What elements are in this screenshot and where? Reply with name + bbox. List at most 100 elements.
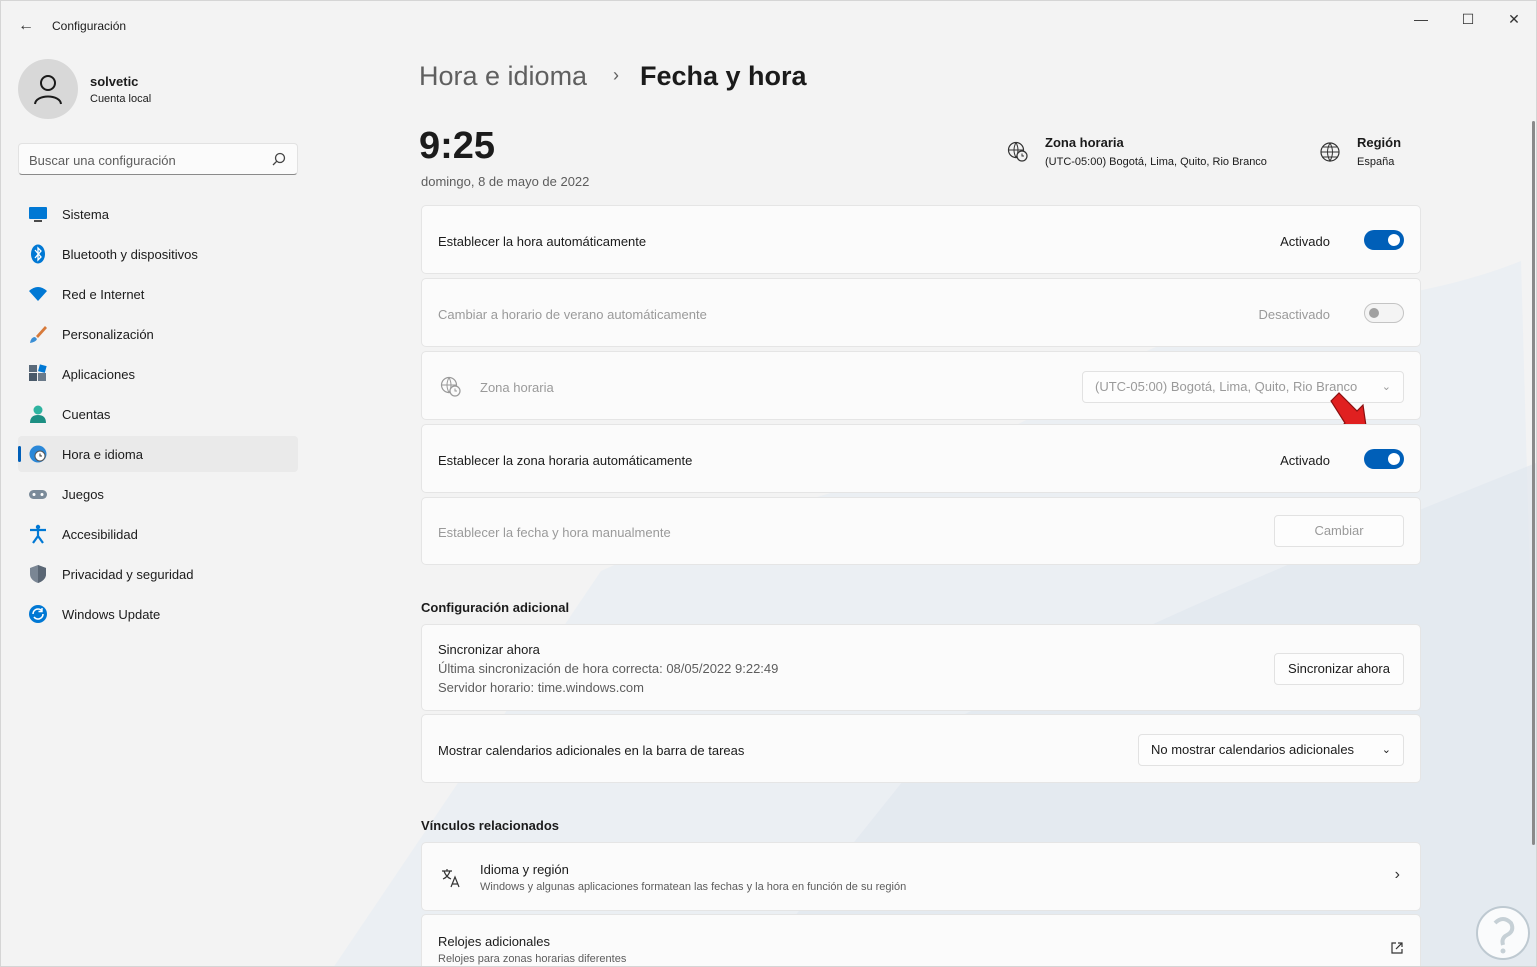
sidebar-item-label: Bluetooth y dispositivos: [62, 247, 198, 262]
clock-globe-icon: [29, 445, 47, 463]
link-description: Relojes para zonas horarias diferentes: [438, 953, 627, 965]
calendars-select[interactable]: No mostrar calendarios adicionales ⌄: [1138, 734, 1404, 766]
search-icon[interactable]: [271, 151, 287, 167]
breadcrumb-parent[interactable]: Hora e idioma: [419, 61, 587, 92]
change-button[interactable]: Cambiar: [1274, 515, 1404, 547]
section-heading-additional: Configuración adicional: [421, 600, 570, 615]
setting-dst: Cambiar a horario de verano automáticame…: [421, 278, 1421, 347]
sidebar-item-windows-update[interactable]: Windows Update: [18, 596, 298, 632]
sidebar-item-label: Aplicaciones: [62, 367, 135, 382]
sidebar-item-label: Cuentas: [62, 407, 111, 422]
sidebar-item-label: Sistema: [62, 207, 109, 222]
sidebar-item-label: Windows Update: [62, 607, 161, 622]
link-description: Windows y algunas aplicaciones formatean…: [480, 881, 907, 893]
auto-time-toggle[interactable]: [1364, 230, 1404, 250]
external-link-icon: [1391, 942, 1403, 954]
link-additional-clocks[interactable]: Relojes adicionales Relojes para zonas h…: [421, 914, 1421, 966]
sidebar-item-label: Hora e idioma: [62, 447, 143, 462]
sidebar-item-personalizacion[interactable]: Personalización: [18, 316, 298, 352]
page-title: Fecha y hora: [640, 61, 807, 91]
sidebar-item-sistema[interactable]: Sistema: [18, 196, 298, 232]
brush-icon: [30, 326, 47, 343]
sidebar-item-label: Juegos: [62, 487, 104, 502]
setting-label: Establecer la fecha y hora manualmente: [438, 525, 671, 540]
gamepad-icon: [29, 490, 47, 499]
bluetooth-icon: [31, 244, 45, 264]
monitor-icon: [29, 207, 47, 222]
person-icon: [30, 405, 46, 423]
setting-auto-timezone: Establecer la zona horaria automáticamen…: [421, 424, 1421, 493]
user-account-type: Cuenta local: [90, 93, 152, 105]
close-button[interactable]: ✕: [1491, 7, 1536, 31]
header-timezone-title: Zona horaria: [1045, 135, 1124, 150]
sidebar-item-privacidad[interactable]: Privacidad y seguridad: [18, 556, 298, 592]
sidebar-item-hora-idioma[interactable]: Hora e idioma: [18, 436, 298, 472]
sidebar-nav: Sistema Bluetooth y dispositivos Red e I…: [18, 196, 298, 636]
setting-label: Establecer la zona horaria automáticamen…: [438, 453, 693, 468]
sidebar-item-label: Personalización: [62, 327, 154, 342]
sync-title: Sincronizar ahora: [438, 642, 540, 657]
settings-window: ← Configuración — ☐ ✕ solvetic Cuenta lo…: [0, 0, 1537, 967]
sidebar-item-cuentas[interactable]: Cuentas: [18, 396, 298, 432]
sidebar-item-label: Red e Internet: [62, 287, 145, 302]
person-icon: [34, 75, 62, 105]
chevron-right-icon: ›: [1394, 866, 1400, 883]
watermark-logo-icon: [1476, 906, 1530, 960]
current-time: 9:25: [419, 125, 496, 167]
link-language-region[interactable]: Idioma y región Windows y algunas aplica…: [421, 842, 1421, 911]
sync-now-button[interactable]: Sincronizar ahora: [1274, 653, 1404, 685]
header-region-title: Región: [1357, 135, 1402, 150]
globe-icon: [1320, 142, 1340, 163]
auto-timezone-toggle[interactable]: [1364, 449, 1404, 469]
maximize-button[interactable]: ☐: [1445, 7, 1491, 31]
sidebar-item-red[interactable]: Red e Internet: [18, 276, 298, 312]
calendars-select-value: No mostrar calendarios adicionales: [1151, 742, 1355, 757]
setting-label: Establecer la hora automáticamente: [438, 234, 647, 249]
sidebar-item-accesibilidad[interactable]: Accesibilidad: [18, 516, 298, 552]
breadcrumb-separator: ›: [613, 65, 619, 85]
setting-label: Cambiar a horario de verano automáticame…: [438, 307, 707, 322]
wifi-icon: [29, 287, 47, 301]
apps-icon: [29, 364, 47, 381]
sidebar-item-label: Privacidad y seguridad: [62, 567, 194, 582]
title-bar: ← Configuración — ☐ ✕: [1, 1, 1536, 51]
header-timezone-value: (UTC-05:00) Bogotá, Lima, Quito, Rio Bra…: [1045, 156, 1267, 168]
language-icon: [442, 869, 460, 888]
back-arrow-icon[interactable]: ←: [15, 15, 37, 37]
scrollbar[interactable]: [1532, 121, 1535, 845]
toggle-state: Activado: [1280, 453, 1330, 468]
setting-label: Zona horaria: [480, 380, 554, 395]
setting-auto-time: Establecer la hora automáticamente Activ…: [421, 205, 1421, 274]
sidebar-item-aplicaciones[interactable]: Aplicaciones: [18, 356, 298, 392]
header-timezone: Zona horaria (UTC-05:00) Bogotá, Lima, Q…: [1045, 135, 1267, 168]
link-title: Relojes adicionales: [438, 934, 551, 949]
dst-toggle[interactable]: [1364, 303, 1404, 323]
section-heading-related: Vínculos relacionados: [421, 818, 559, 833]
accessibility-icon: [30, 524, 46, 544]
search-input[interactable]: [29, 150, 269, 170]
current-date: domingo, 8 de mayo de 2022: [421, 174, 590, 189]
user-name: solvetic: [90, 74, 139, 89]
timezone-select-value: (UTC-05:00) Bogotá, Lima, Quito, Rio Bra…: [1095, 379, 1358, 394]
shield-icon: [30, 565, 46, 583]
minimize-button[interactable]: —: [1398, 7, 1444, 31]
sidebar-item-label: Accesibilidad: [62, 527, 138, 542]
sync-server: Servidor horario: time.windows.com: [438, 680, 644, 695]
avatar[interactable]: [18, 59, 78, 119]
update-icon: [29, 605, 47, 623]
app-title: Configuración: [52, 19, 127, 33]
setting-manual-date: Establecer la fecha y hora manualmente C…: [421, 497, 1421, 565]
header-region-value: España: [1357, 156, 1395, 168]
setting-timezone: Zona horaria (UTC-05:00) Bogotá, Lima, Q…: [421, 351, 1421, 420]
sidebar-item-juegos[interactable]: Juegos: [18, 476, 298, 512]
search-box[interactable]: [18, 143, 298, 175]
clock-globe-icon: [440, 376, 461, 397]
clock-globe-icon: [1007, 141, 1028, 162]
setting-calendars: Mostrar calendarios adicionales en la ba…: [421, 714, 1421, 783]
sync-last: Última sincronización de hora correcta: …: [438, 661, 779, 676]
chevron-down-icon: ⌄: [1381, 381, 1391, 393]
link-title: Idioma y región: [480, 862, 569, 877]
setting-label: Mostrar calendarios adicionales en la ba…: [438, 743, 745, 758]
sidebar-item-bluetooth[interactable]: Bluetooth y dispositivos: [18, 236, 298, 272]
setting-sync: Sincronizar ahora Última sincronización …: [421, 624, 1421, 711]
